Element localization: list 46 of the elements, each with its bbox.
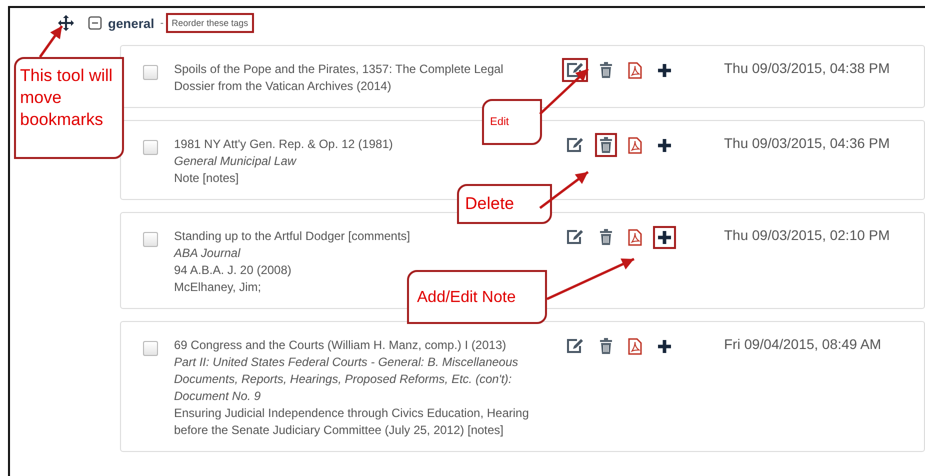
pdf-icon[interactable] xyxy=(628,62,642,78)
bookmark-detail: Ensuring Judicial Independence through Civics Education, Hearing before the Senate Judiciary Committee (July 25, 2012) [notes] xyxy=(174,405,530,439)
checkbox[interactable] xyxy=(143,65,158,80)
trash-icon[interactable] xyxy=(599,229,613,245)
bookmark-date: Fri 09/04/2015, 08:49 AM xyxy=(724,335,882,354)
callout-box: Add/Edit Note xyxy=(407,270,547,324)
add-note-icon[interactable] xyxy=(657,338,672,354)
trash-icon[interactable] xyxy=(599,62,613,78)
bookmark-title[interactable]: Spoils of the Pope and the Pirates, 1357: The Complete Legal Dossier from the Vatican Archives (2014) xyxy=(174,61,546,95)
callout-box: Delete xyxy=(457,184,552,224)
collapse-icon[interactable] xyxy=(88,16,102,30)
arrow xyxy=(38,25,64,58)
edit-icon[interactable] xyxy=(566,62,584,78)
pdf-icon[interactable] xyxy=(628,136,642,154)
pdf-icon[interactable] xyxy=(628,228,642,246)
checkbox[interactable] xyxy=(143,140,158,155)
bookmark-date: Thu 09/03/2015, 04:38 PM xyxy=(724,59,890,78)
bookmark-title[interactable]: Standing up to the Artful Dodger [comments] xyxy=(174,228,546,245)
move-icon[interactable] xyxy=(58,15,74,31)
bookmark-detail: Note [notes] xyxy=(174,170,240,187)
bookmark-date: Thu 09/03/2015, 02:10 PM xyxy=(724,226,890,245)
edit-icon[interactable] xyxy=(566,137,584,153)
edit-icon[interactable] xyxy=(566,229,584,245)
bookmark-title[interactable]: 69 Congress and the Courts (William H. Manz, comp.) I (2013) xyxy=(174,337,546,354)
callout-box: Edit xyxy=(482,99,542,145)
trash-icon[interactable] xyxy=(599,137,613,153)
edit-icon[interactable] xyxy=(566,338,584,354)
checkbox[interactable] xyxy=(143,232,158,247)
trash-icon[interactable] xyxy=(599,338,613,354)
pdf-icon[interactable] xyxy=(628,338,642,354)
bookmark-source: Part II: United States Federal Courts - General: B. Miscellaneous Documents, Reports, Hearings, Proposed Reforms, Etc. (con't): Document No. 9 xyxy=(174,354,520,405)
bookmark-source: ABA Journal xyxy=(174,245,242,262)
callout-box: This tool will move bookmarks xyxy=(14,57,124,159)
tag-name: general xyxy=(108,16,154,30)
add-note-icon[interactable] xyxy=(657,138,672,152)
bookmark-detail: 94 A.B.A. J. 20 (2008) xyxy=(174,262,292,279)
checkbox[interactable] xyxy=(143,341,158,356)
reorder-link[interactable]: Reorder these tags xyxy=(166,13,254,33)
bookmark-source: General Municipal Law xyxy=(174,153,298,170)
arrow xyxy=(539,68,589,115)
add-note-icon[interactable] xyxy=(657,62,672,78)
add-note-icon[interactable] xyxy=(657,230,672,244)
separator-text: - xyxy=(160,18,164,28)
bookmark-detail: McElhaney, Jim; xyxy=(174,279,262,296)
arrow xyxy=(539,171,589,209)
bookmark-date: Thu 09/03/2015, 04:36 PM xyxy=(724,134,890,153)
